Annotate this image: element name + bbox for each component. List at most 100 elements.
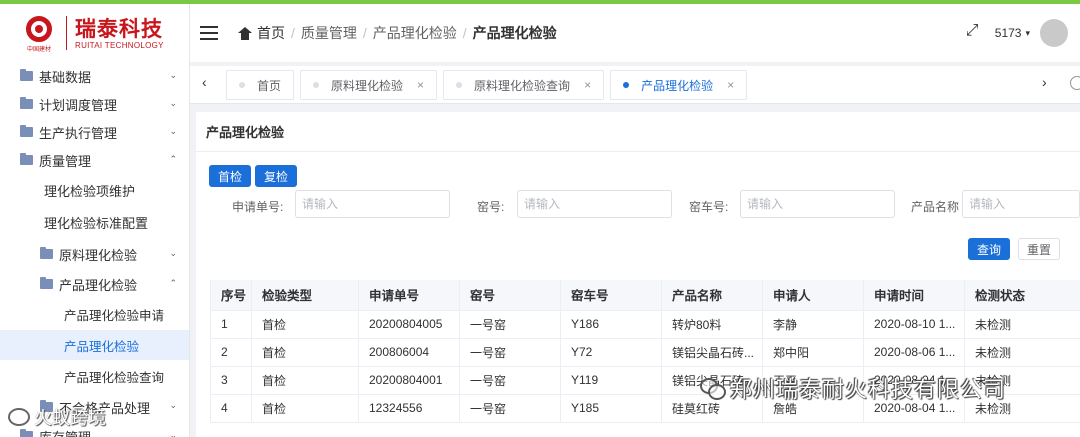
- avatar[interactable]: [1040, 19, 1068, 47]
- table-cell: 首检: [251, 310, 359, 339]
- sidebar-item-raw-inspection[interactable]: 原料理化检验 ⌄: [0, 238, 189, 270]
- kiln-car-no-input[interactable]: [740, 190, 895, 218]
- table-row[interactable]: 2 首检 200806004 一号窑 Y72 镁铝尖晶石砖... 郑中阳 202…: [210, 338, 1080, 367]
- close-icon[interactable]: ×: [727, 78, 734, 92]
- column-header: 检测状态: [964, 280, 1080, 311]
- column-header: 申请单号: [358, 280, 460, 311]
- table-cell: 20200804005: [358, 310, 460, 339]
- sidebar-item-basic-data[interactable]: 基础数据 ⌄: [0, 62, 189, 90]
- column-header: 窑车号: [560, 280, 662, 311]
- sidebar-item-product-inspect-active[interactable]: 产品理化检验: [0, 330, 189, 360]
- sidebar-item-product-inspection[interactable]: 产品理化检验 ⌃: [0, 270, 189, 298]
- table-cell: 20200804001: [358, 366, 460, 395]
- table-cell: 一号窑: [459, 310, 561, 339]
- chevron-down-icon: ⌄: [169, 400, 177, 410]
- folder-icon: [40, 247, 53, 259]
- fullscreen-icon[interactable]: [966, 22, 981, 40]
- chevron-up-icon: ⌃: [169, 154, 177, 164]
- sidebar: 中国建材 瑞泰科技 RUITAI TECHNOLOGY 基础数据 ⌄ 计划调度管…: [0, 4, 190, 437]
- logo: 中国建材 瑞泰科技 RUITAI TECHNOLOGY: [0, 4, 189, 62]
- sidebar-item-label: 基础数据: [39, 69, 92, 85]
- sidebar-item-label: 产品理化检验: [59, 277, 138, 293]
- chevron-down-icon: ⌄: [169, 126, 177, 136]
- sidebar-menu: 基础数据 ⌄ 计划调度管理 ⌄ 生产执行管理 ⌄ 质量管理 ⌃ 理化检验项维护 …: [0, 62, 189, 437]
- brand-mark-sub: 中国建材: [26, 47, 51, 53]
- watermark-company-text: 郑州瑞泰耐火科技有限公司: [730, 378, 1007, 403]
- sidebar-item-scheduling[interactable]: 计划调度管理 ⌄: [0, 90, 189, 118]
- table-cell: 未检测: [964, 310, 1080, 339]
- reset-button[interactable]: 重置: [1017, 238, 1060, 260]
- table-cell: 镁铝尖晶石砖...: [661, 338, 763, 367]
- sidebar-item-label: 原料理化检验: [59, 247, 138, 263]
- apply-no-input[interactable]: [295, 190, 450, 218]
- tab-label: 原料理化检验查询: [474, 78, 571, 93]
- tab-label: 产品理化检验: [641, 78, 714, 93]
- first-inspection-button[interactable]: 首检: [209, 165, 252, 187]
- folder-icon: [20, 153, 33, 165]
- table-cell: 12324556: [358, 394, 460, 423]
- caret-down-icon[interactable]: ▾: [1025, 28, 1030, 39]
- chevron-down-icon: ⌄: [169, 430, 177, 437]
- tab-label: 首页: [257, 78, 282, 93]
- tab-raw-query[interactable]: 原料理化检验查询 ×: [443, 70, 605, 100]
- breadcrumb-home[interactable]: 首页: [257, 23, 285, 43]
- sidebar-item-label: 产品理化检验: [64, 339, 140, 354]
- tab-dot: [623, 82, 630, 88]
- filter-label-product-name: 产品名称: [911, 200, 960, 214]
- breadcrumb-product-inspection[interactable]: 产品理化检验: [373, 23, 457, 43]
- user-name[interactable]: 5173: [995, 26, 1022, 40]
- sidebar-item-inspection-standard[interactable]: 理化检验标准配置: [0, 206, 189, 238]
- tab-dot: [239, 82, 245, 88]
- table-cell: 李静: [762, 310, 864, 339]
- close-icon[interactable]: ×: [417, 78, 424, 92]
- tab-menu-icon[interactable]: [1070, 76, 1080, 90]
- tab-product-inspection[interactable]: 产品理化检验 ×: [610, 70, 748, 100]
- sidebar-item-inspection-items[interactable]: 理化检验项维护: [0, 174, 189, 206]
- sidebar-item-label: 计划调度管理: [39, 97, 118, 113]
- tab-home[interactable]: 首页: [226, 70, 295, 100]
- tab-scroll-right-icon[interactable]: ›: [1042, 74, 1047, 90]
- table-cell: 转炉80料: [661, 310, 763, 339]
- menu-toggle-icon[interactable]: [200, 22, 218, 44]
- kiln-no-input[interactable]: [517, 190, 672, 218]
- column-header: 检验类型: [251, 280, 359, 311]
- page-title: 产品理化检验: [196, 112, 1080, 152]
- table-cell: Y119: [560, 366, 662, 395]
- table-cell: 首检: [251, 338, 359, 367]
- query-button[interactable]: 查询: [967, 238, 1010, 260]
- table-cell: 一号窑: [459, 394, 561, 423]
- watermark-logo-icon: [8, 408, 30, 426]
- filter-label-kiln-car-no: 窑车号:: [689, 200, 729, 214]
- table-header-row: 序号 检验类型 申请单号 窑号 窑车号 产品名称 申请人 申请时间 检测状态: [210, 280, 1080, 311]
- column-header: 序号: [210, 280, 252, 311]
- watermark-company: 郑州瑞泰耐火科技有限公司: [700, 372, 1006, 404]
- breadcrumb-current: 产品理化检验: [472, 25, 557, 41]
- home-icon: [238, 26, 252, 40]
- wechat-icon: [700, 378, 726, 400]
- sidebar-item-product-apply[interactable]: 产品理化检验申请: [0, 298, 189, 330]
- sidebar-item-label: 产品理化检验申请: [64, 308, 165, 323]
- sidebar-item-quality[interactable]: 质量管理 ⌃: [0, 146, 189, 174]
- tab-raw-inspection[interactable]: 原料理化检验 ×: [300, 70, 438, 100]
- table-row[interactable]: 1 首检 20200804005 一号窑 Y186 转炉80料 李静 2020-…: [210, 310, 1080, 339]
- table-cell: 一号窑: [459, 366, 561, 395]
- table-cell: 首检: [251, 394, 359, 423]
- tab-scroll-left-icon[interactable]: ‹: [202, 74, 207, 90]
- sidebar-item-production[interactable]: 生产执行管理 ⌄: [0, 118, 189, 146]
- brand-name-en: RUITAI TECHNOLOGY: [75, 40, 164, 50]
- sidebar-item-product-query[interactable]: 产品理化检验查询: [0, 360, 189, 392]
- tab-dot: [456, 82, 463, 88]
- sidebar-item-label: 理化检验项维护: [44, 183, 136, 199]
- chevron-down-icon: ⌄: [169, 248, 177, 258]
- column-header: 窑号: [459, 280, 561, 311]
- recheck-button[interactable]: 复检: [255, 165, 298, 187]
- table-cell: 郑中阳: [762, 338, 864, 367]
- product-name-input[interactable]: [962, 190, 1080, 218]
- folder-icon: [20, 69, 33, 81]
- close-icon[interactable]: ×: [584, 78, 591, 92]
- breadcrumb-quality[interactable]: 质量管理: [301, 23, 357, 43]
- table-cell: 2020-08-10 1...: [863, 310, 965, 339]
- watermark-source-text: 火蚁跨境: [34, 408, 106, 429]
- watermark-source: 火蚁跨境: [8, 404, 106, 430]
- filter-label-apply-no: 申请单号:: [232, 200, 284, 214]
